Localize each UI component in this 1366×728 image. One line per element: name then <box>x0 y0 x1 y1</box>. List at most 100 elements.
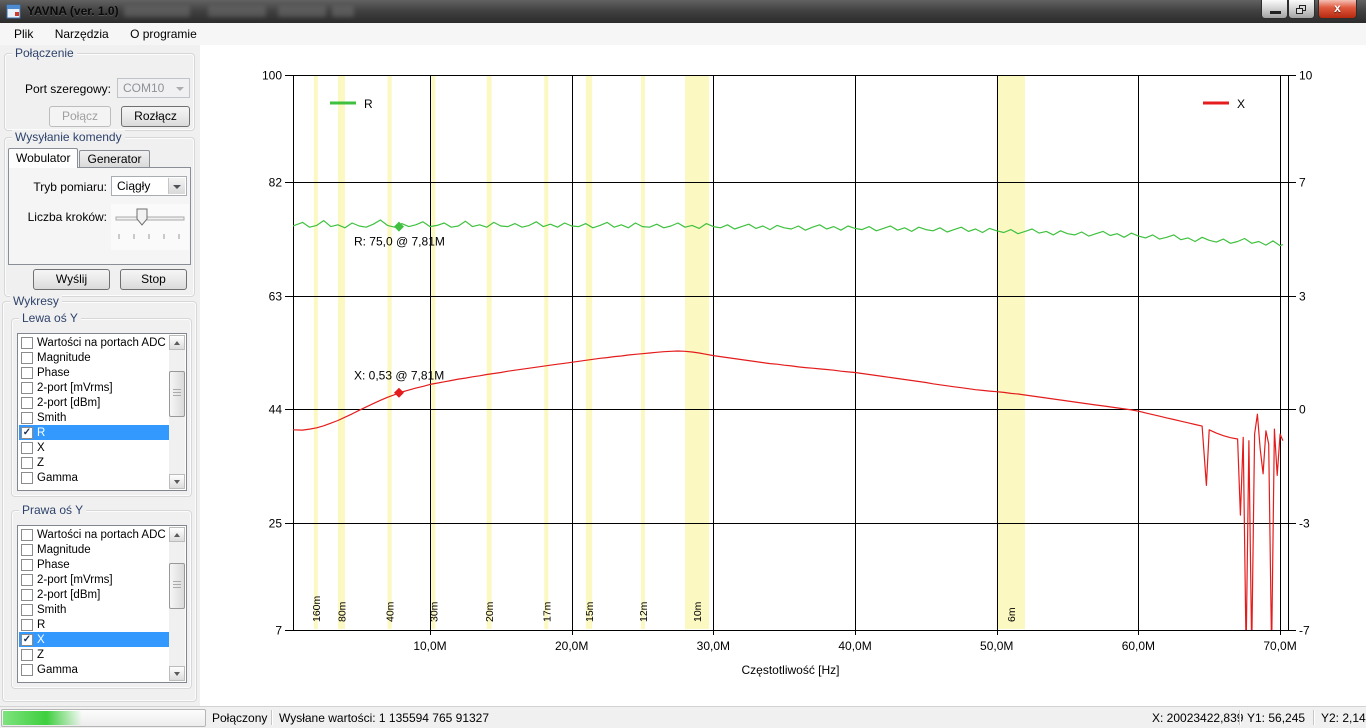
band-20m <box>487 76 492 629</box>
list-item-label: 2-port [dBm] <box>37 589 100 601</box>
minimize-button[interactable] <box>1261 0 1288 19</box>
slider-track[interactable] <box>116 217 184 220</box>
checkbox[interactable] <box>21 574 33 586</box>
checkbox[interactable] <box>21 397 33 409</box>
list-item-2-port-dbm-[interactable]: 2-port [dBm] <box>19 395 169 410</box>
checkbox[interactable] <box>21 664 33 676</box>
list-item-gamma[interactable]: Gamma <box>19 470 169 485</box>
restore-icon <box>1296 4 1307 18</box>
list-item-label: R <box>37 619 45 631</box>
serial-port-value: COM10 <box>123 81 164 95</box>
steps-label: Liczba kroków: <box>9 210 107 224</box>
list-item-2-port-dbm-[interactable]: 2-port [dBm] <box>19 587 169 602</box>
left-tick-label: 7 <box>275 624 282 638</box>
status-bar: Połączony Wysłane wartości: 1 135594 765… <box>0 706 1366 728</box>
marker-R[interactable] <box>394 222 404 232</box>
menu-item-narzedzia[interactable]: Narzędzia <box>46 23 118 41</box>
scroll-down-button[interactable] <box>169 474 185 489</box>
x-tick-label: 50,0M <box>980 639 1013 653</box>
progress-fill <box>3 711 82 725</box>
tab-wobulator[interactable]: Wobulator <box>8 148 78 168</box>
disconnect-button[interactable]: Rozłącz <box>121 106 190 127</box>
checkbox[interactable] <box>21 472 33 484</box>
checkbox[interactable] <box>21 589 33 601</box>
checkbox[interactable] <box>21 544 33 556</box>
list-item-z[interactable]: Z <box>19 647 169 662</box>
checkbox[interactable] <box>21 457 33 469</box>
list-item-phase[interactable]: Phase <box>19 365 169 380</box>
list-item-x[interactable]: X <box>19 440 169 455</box>
list-item-phase[interactable]: Phase <box>19 557 169 572</box>
chart-canvas[interactable]: 160m80m40m30m20m17m15m12m10m6m1001082763… <box>200 45 1366 706</box>
title-bar: YAVNA (ver. 1.0) x <box>0 0 1366 23</box>
x-axis-title: Częstotliwość [Hz] <box>741 663 839 677</box>
list-item-smith[interactable]: Smith <box>19 602 169 617</box>
left-axis-scrollbar[interactable] <box>169 335 185 489</box>
checkbox[interactable] <box>21 619 33 631</box>
x-tick-label: 20,0M <box>555 639 588 653</box>
tab-generator[interactable]: Generator <box>79 150 149 168</box>
checkbox[interactable] <box>21 367 33 379</box>
x-tick-label: 10,0M <box>413 639 446 653</box>
checkbox[interactable] <box>21 412 33 424</box>
menu-item-o-programie[interactable]: O programie <box>121 23 206 41</box>
list-item-warto-ci-na-portach-adc[interactable]: Wartości na portach ADC <box>19 527 169 542</box>
redacted-titlebar-text <box>332 6 354 17</box>
slider-ticks <box>119 234 179 239</box>
connection-status: Połączony <box>212 711 267 725</box>
list-item-r[interactable]: R <box>19 617 169 632</box>
left-axis-listbox: Wartości na portach ADCMagnitudePhase2-p… <box>17 333 187 491</box>
band-160m <box>314 76 318 629</box>
checkbox[interactable] <box>21 352 33 364</box>
marker-X[interactable] <box>394 388 404 398</box>
checkbox[interactable]: ✓ <box>21 634 33 646</box>
list-item-r[interactable]: ✓R <box>19 425 169 440</box>
checkbox[interactable]: ✓ <box>21 427 33 439</box>
groupbox-plots-title: Wykresy <box>10 294 62 308</box>
right-axis-scrollbar[interactable] <box>169 527 185 681</box>
scroll-up-button[interactable] <box>169 527 185 542</box>
scrollbar-thumb[interactable] <box>169 563 185 609</box>
checkbox[interactable] <box>21 559 33 571</box>
checkbox[interactable] <box>21 604 33 616</box>
x-tick-label: 30,0M <box>697 639 730 653</box>
checkbox[interactable] <box>21 649 33 661</box>
band-17m <box>544 76 548 629</box>
scroll-up-button[interactable] <box>169 335 185 350</box>
send-button[interactable]: Wyślij <box>33 269 110 290</box>
list-item-warto-ci-na-portach-adc[interactable]: Wartości na portach ADC <box>19 335 169 350</box>
scrollbar-thumb[interactable] <box>169 371 185 417</box>
series-X <box>293 351 1283 651</box>
list-item-x[interactable]: ✓X <box>19 632 169 647</box>
list-item-smith[interactable]: Smith <box>19 410 169 425</box>
checkbox[interactable] <box>21 382 33 394</box>
scroll-down-button[interactable] <box>169 666 185 681</box>
steps-slider[interactable] <box>111 204 189 250</box>
list-item-magnitude[interactable]: Magnitude <box>19 350 169 365</box>
list-item-label: Smith <box>37 604 66 616</box>
checkbox[interactable] <box>21 529 33 541</box>
list-item-gamma[interactable]: Gamma <box>19 662 169 677</box>
checkbox[interactable] <box>21 442 33 454</box>
port-label: Port szeregowy: <box>5 82 111 96</box>
list-item-2-port-mvrms-[interactable]: 2-port [mVrms] <box>19 380 169 395</box>
list-item-label: Wartości na portach ADC <box>37 529 166 541</box>
slider-thumb[interactable] <box>137 209 147 225</box>
close-button[interactable]: x <box>1318 0 1357 19</box>
stop-button[interactable]: Stop <box>120 269 187 290</box>
window-title: YAVNA (ver. 1.0) <box>27 4 119 18</box>
serial-port-select[interactable]: COM10 <box>117 78 190 98</box>
command-tabs: Wobulator Generator <box>8 148 151 168</box>
measure-mode-select[interactable]: Ciągły <box>111 176 187 196</box>
list-item-2-port-mvrms-[interactable]: 2-port [mVrms] <box>19 572 169 587</box>
connect-button[interactable]: Połącz <box>49 106 111 127</box>
app-icon <box>6 4 21 19</box>
list-item-magnitude[interactable]: Magnitude <box>19 542 169 557</box>
band-label: 12m <box>638 601 650 622</box>
checkbox[interactable] <box>21 337 33 349</box>
list-item-z[interactable]: Z <box>19 455 169 470</box>
menu-item-plik[interactable]: Plik <box>5 23 42 41</box>
restore-button[interactable] <box>1288 0 1315 19</box>
app-window: YAVNA (ver. 1.0) x Plik Narzędzia O prog… <box>0 0 1366 728</box>
x-tick-label: 40,0M <box>838 639 871 653</box>
